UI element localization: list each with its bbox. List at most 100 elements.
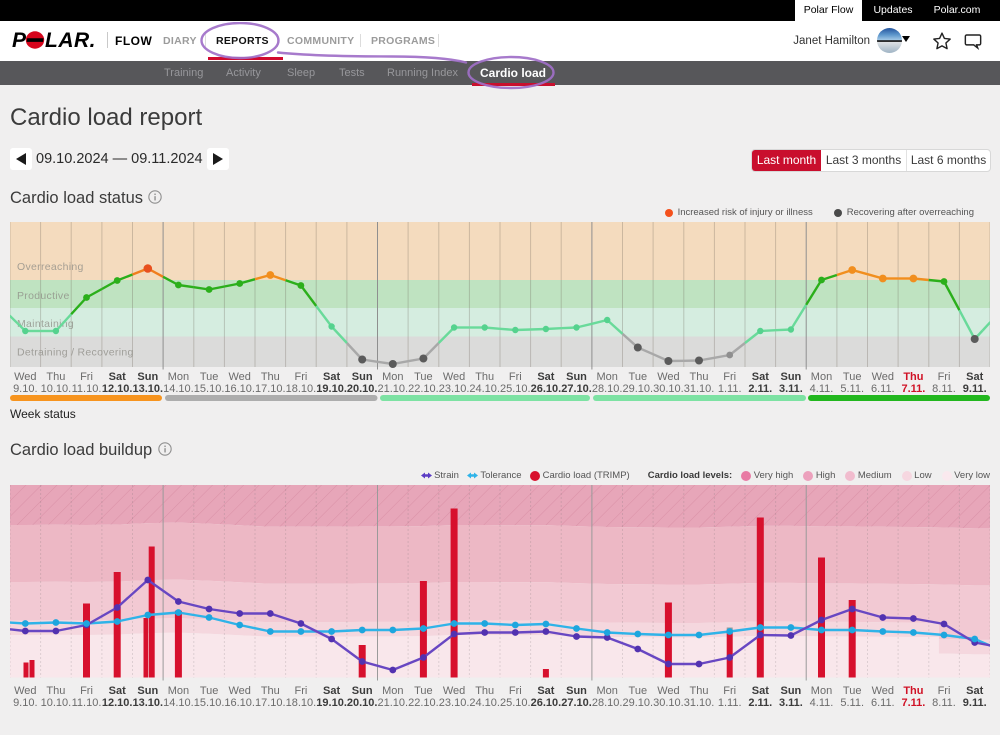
svg-text:30.10.: 30.10. [653,697,684,709]
svg-text:Fri: Fri [80,685,93,697]
svg-text:8.11.: 8.11. [932,697,956,709]
svg-text:16.10.: 16.10. [224,383,255,395]
svg-text:Sat: Sat [323,371,340,383]
svg-text:Sun: Sun [352,371,373,383]
svg-text:2.11.: 2.11. [748,383,772,395]
svg-text:10.10.: 10.10. [41,697,72,709]
svg-text:20.10.: 20.10. [347,383,378,395]
svg-text:7.11.: 7.11. [901,697,925,709]
svg-text:Thu: Thu [475,371,494,383]
svg-text:Sun: Sun [781,685,802,697]
svg-text:19.10.: 19.10. [316,383,347,395]
svg-text:26.10.: 26.10. [531,697,562,709]
svg-text:17.10.: 17.10. [255,697,286,709]
svg-text:Wed: Wed [657,371,679,383]
svg-text:LAR.: LAR. [45,29,96,52]
svg-text:9.10.: 9.10. [13,697,37,709]
svg-text:Thu: Thu [690,685,709,697]
svg-text:Tue: Tue [200,371,219,383]
svg-text:Sat: Sat [537,685,554,697]
svg-text:16.10.: 16.10. [224,697,255,709]
svg-text:Sat: Sat [752,685,769,697]
svg-text:18.10.: 18.10. [286,697,317,709]
svg-text:12.10.: 12.10. [102,697,133,709]
svg-text:27.10.: 27.10. [561,697,592,709]
svg-text:P: P [12,29,27,52]
svg-text:4.11.: 4.11. [810,383,834,395]
svg-text:Overreaching: Overreaching [17,261,84,273]
svg-text:Thu: Thu [475,685,494,697]
svg-text:28.10.: 28.10. [592,697,623,709]
svg-text:Tue: Tue [200,685,219,697]
svg-text:Mon: Mon [168,685,189,697]
svg-text:Thu: Thu [903,371,923,383]
svg-text:Sat: Sat [752,371,769,383]
svg-text:Detraining / Recovering: Detraining / Recovering [17,347,134,359]
svg-text:Mon: Mon [596,371,617,383]
svg-text:Wed: Wed [443,371,465,383]
svg-text:28.10.: 28.10. [592,383,623,395]
svg-text:Thu: Thu [261,685,280,697]
svg-text:14.10.: 14.10. [163,383,194,395]
svg-text:Sun: Sun [137,371,158,383]
svg-text:24.10.: 24.10. [469,383,500,395]
svg-text:1.11.: 1.11. [718,383,742,395]
svg-text:Wed: Wed [872,371,894,383]
svg-text:21.10.: 21.10. [378,697,409,709]
svg-text:9.11.: 9.11. [963,383,987,395]
svg-text:Sun: Sun [566,371,587,383]
svg-text:Mon: Mon [168,371,189,383]
svg-text:Tue: Tue [414,371,433,383]
svg-text:15.10.: 15.10. [194,697,225,709]
svg-text:1.11.: 1.11. [718,697,742,709]
svg-text:11.10.: 11.10. [72,697,102,709]
svg-text:Wed: Wed [228,685,250,697]
svg-text:31.10.: 31.10. [684,383,715,395]
svg-text:3.11.: 3.11. [779,383,803,395]
svg-text:Wed: Wed [443,685,465,697]
svg-text:Mon: Mon [382,685,403,697]
svg-text:2.11.: 2.11. [748,697,772,709]
svg-text:Fri: Fri [294,371,307,383]
svg-text:Sat: Sat [323,685,340,697]
svg-text:Fri: Fri [938,371,951,383]
svg-text:Fri: Fri [938,685,951,697]
svg-text:17.10.: 17.10. [255,383,286,395]
svg-text:9.11.: 9.11. [963,697,987,709]
svg-text:23.10.: 23.10. [439,697,470,709]
svg-text:27.10.: 27.10. [561,383,592,395]
svg-text:21.10.: 21.10. [378,383,409,395]
svg-text:Wed: Wed [228,371,250,383]
svg-text:10.10.: 10.10. [41,383,72,395]
svg-text:22.10.: 22.10. [408,697,439,709]
svg-text:13.10.: 13.10. [133,697,164,709]
svg-text:Thu: Thu [46,371,65,383]
svg-text:29.10.: 29.10. [623,383,654,395]
svg-text:Fri: Fri [509,371,522,383]
svg-text:4.11.: 4.11. [810,697,834,709]
svg-text:Sun: Sun [566,685,587,697]
svg-text:Wed: Wed [14,685,36,697]
svg-text:5.11.: 5.11. [840,697,864,709]
svg-text:6.11.: 6.11. [871,697,895,709]
svg-text:Tue: Tue [414,685,433,697]
svg-text:Tue: Tue [843,685,862,697]
svg-text:Fri: Fri [723,685,736,697]
svg-text:Fri: Fri [294,685,307,697]
svg-text:23.10.: 23.10. [439,383,470,395]
svg-text:Sat: Sat [109,685,126,697]
svg-text:5.11.: 5.11. [840,383,864,395]
svg-text:6.11.: 6.11. [871,383,895,395]
svg-text:Tue: Tue [629,371,648,383]
svg-text:14.10.: 14.10. [163,697,194,709]
svg-text:22.10.: 22.10. [408,383,439,395]
svg-text:Sat: Sat [537,371,554,383]
svg-text:Wed: Wed [14,371,36,383]
svg-text:30.10.: 30.10. [653,383,684,395]
svg-text:Tue: Tue [843,371,862,383]
svg-text:Mon: Mon [811,685,832,697]
svg-text:9.10.: 9.10. [13,383,37,395]
svg-text:Thu: Thu [46,685,65,697]
svg-text:26.10.: 26.10. [531,383,562,395]
svg-text:Fri: Fri [723,371,736,383]
